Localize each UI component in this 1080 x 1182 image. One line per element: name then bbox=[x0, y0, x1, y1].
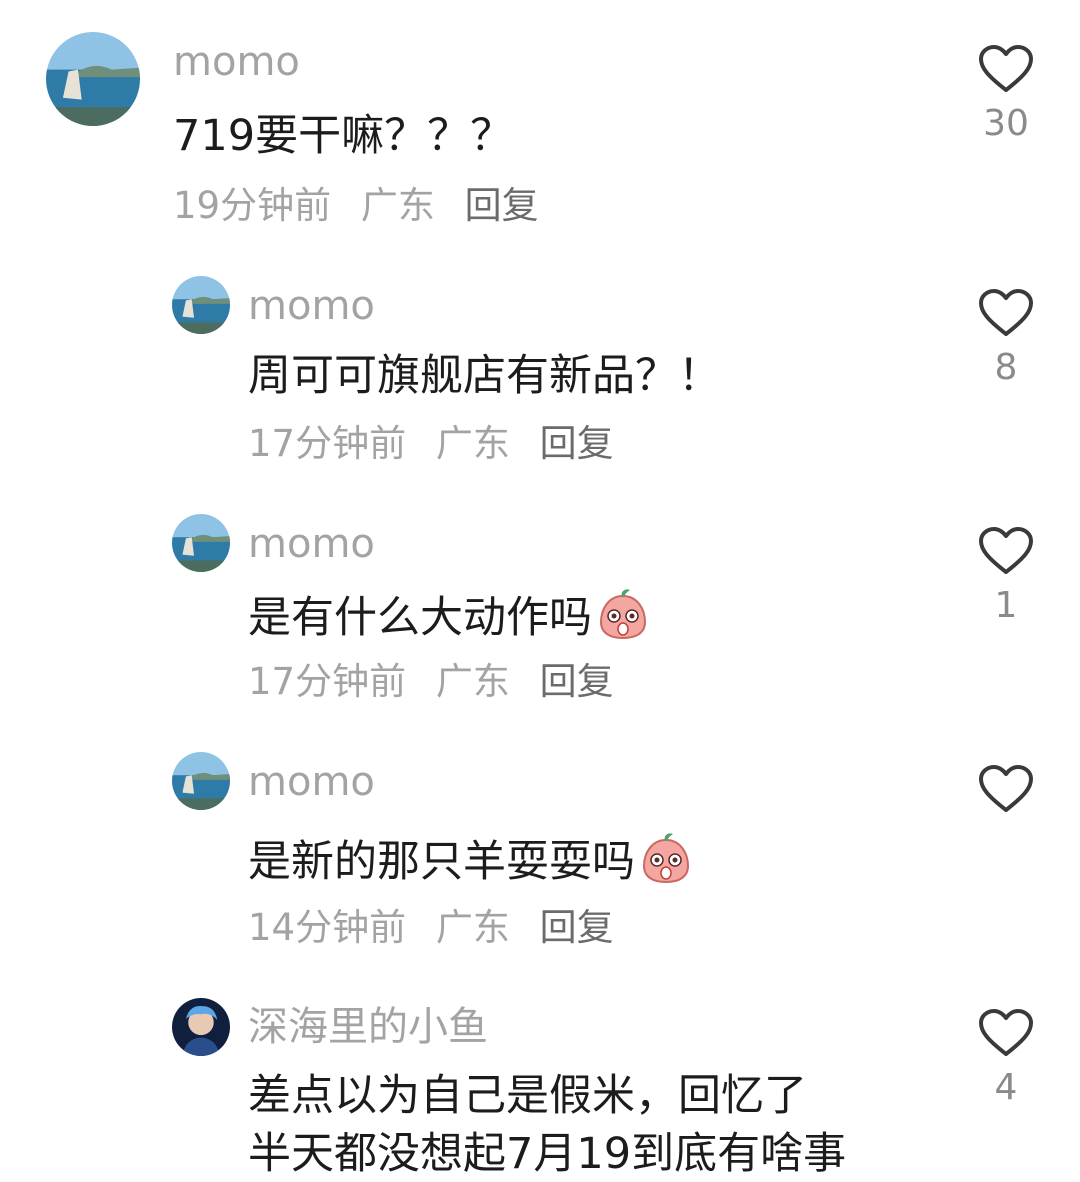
avatar[interactable] bbox=[172, 276, 230, 334]
comment-location: 广东 bbox=[435, 906, 510, 949]
comment-author[interactable]: momo bbox=[248, 282, 375, 330]
comment-time: 17分钟前 bbox=[248, 660, 407, 703]
heart-icon bbox=[979, 1009, 1033, 1056]
heart-icon bbox=[979, 289, 1033, 336]
like-count: 30 bbox=[983, 103, 1029, 144]
comment-text: 周可可旗舰店有新品？！ bbox=[248, 351, 721, 401]
comment-location: 广东 bbox=[360, 184, 435, 227]
reply-button[interactable]: 回复 bbox=[540, 660, 614, 703]
like-button[interactable]: 8 bbox=[976, 288, 1036, 390]
like-count: 4 bbox=[994, 1067, 1018, 1108]
avatar[interactable] bbox=[172, 998, 230, 1056]
comment-author[interactable]: momo bbox=[248, 520, 375, 568]
seaside-avatar-image bbox=[172, 514, 230, 572]
heart-icon bbox=[979, 45, 1033, 92]
heart-icon bbox=[979, 527, 1033, 574]
comment-time: 19分钟前 bbox=[173, 184, 332, 227]
comment-location: 广东 bbox=[435, 660, 510, 703]
like-count: 1 bbox=[994, 585, 1018, 626]
avatar[interactable] bbox=[172, 752, 230, 810]
reply-button[interactable]: 回复 bbox=[465, 184, 539, 227]
person-avatar-image bbox=[172, 998, 230, 1056]
surprised-peach-emoji-icon bbox=[596, 586, 650, 640]
comment-meta: 19分钟前 广东 回复 bbox=[173, 184, 557, 228]
like-button[interactable]: 1 bbox=[976, 526, 1036, 628]
comment-meta: 14分钟前 广东 回复 bbox=[248, 906, 632, 950]
seaside-avatar-image bbox=[172, 752, 230, 810]
comment-text-row: 是新的那只羊耍耍吗 bbox=[248, 830, 693, 890]
comment-location: 广东 bbox=[435, 422, 510, 465]
like-count: 8 bbox=[994, 347, 1018, 388]
like-button[interactable]: 30 bbox=[976, 44, 1036, 146]
comment-author[interactable]: momo bbox=[173, 38, 300, 86]
seaside-avatar-image bbox=[46, 32, 140, 126]
comment-meta: 17分钟前 广东 回复 bbox=[248, 422, 632, 466]
comment-meta: 17分钟前 广东 回复 bbox=[248, 660, 632, 704]
comment-text-row: 是有什么大动作吗 bbox=[248, 586, 650, 646]
comment-text: 719要干嘛？？？ bbox=[173, 111, 514, 161]
comment-text: 是有什么大动作吗 bbox=[248, 593, 592, 643]
comment-text: 差点以为自己是假米，回忆了 bbox=[248, 1071, 807, 1121]
comment-author[interactable]: momo bbox=[248, 758, 375, 806]
surprised-peach-emoji-icon bbox=[639, 830, 693, 884]
seaside-avatar-image bbox=[172, 276, 230, 334]
avatar[interactable] bbox=[46, 32, 140, 126]
avatar[interactable] bbox=[172, 514, 230, 572]
heart-icon bbox=[979, 765, 1033, 812]
reply-button[interactable]: 回复 bbox=[540, 422, 614, 465]
comment-text-line-2: 半天都没想起7月19到底有啥事 bbox=[248, 1129, 847, 1179]
reply-button[interactable]: 回复 bbox=[540, 906, 614, 949]
comment-author[interactable]: 深海里的小鱼 bbox=[248, 1003, 488, 1051]
comment-time: 17分钟前 bbox=[248, 422, 407, 465]
comment-time: 14分钟前 bbox=[248, 906, 407, 949]
like-button[interactable]: 4 bbox=[976, 1008, 1036, 1110]
comment-text: 是新的那只羊耍耍吗 bbox=[248, 837, 635, 887]
like-button[interactable] bbox=[976, 764, 1036, 814]
